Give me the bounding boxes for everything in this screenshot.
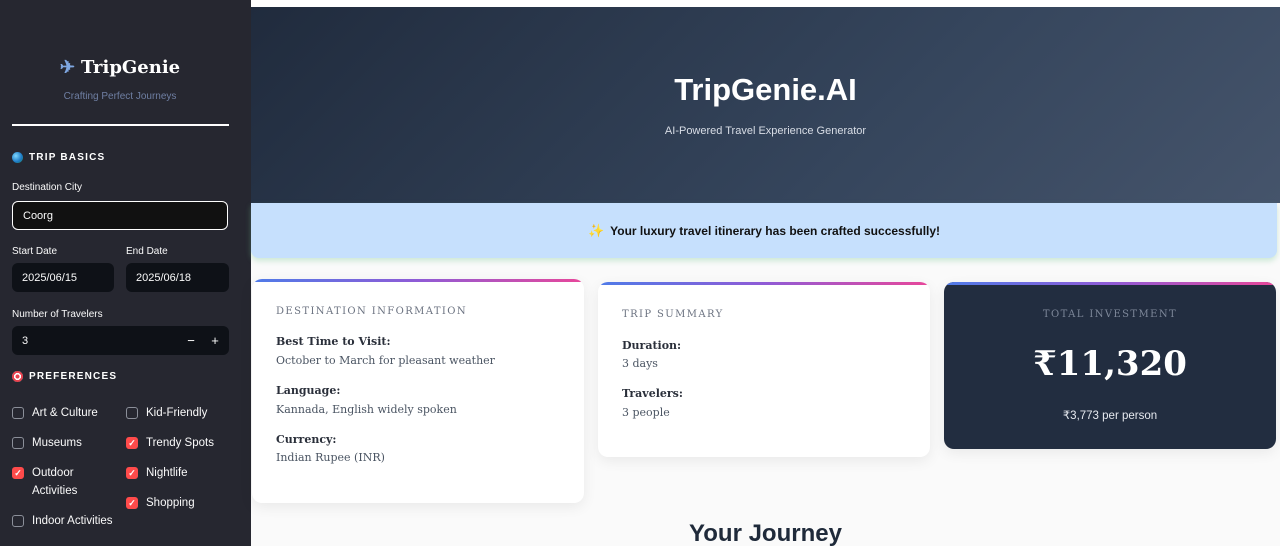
end-date-label: End Date	[126, 246, 168, 257]
hero-title: TripGenie.AI	[674, 72, 857, 107]
total-investment-card: TOTAL INVESTMENT ₹11,320 ₹3,773 per pers…	[944, 282, 1276, 449]
globe-icon	[12, 152, 23, 163]
per-person-amount: ₹3,773 per person	[1062, 410, 1158, 422]
checkbox-label: Nightlife	[146, 467, 188, 479]
checkbox-label: Museums	[32, 437, 82, 449]
preferences-heading: PREFERENCES	[12, 371, 117, 382]
language-value: Kannada, English widely spoken	[276, 403, 457, 416]
card-accent-bar	[252, 279, 584, 282]
trip-basics-heading: TRIP BASICS	[12, 152, 105, 163]
checkbox-label: Outdoor Activities	[32, 467, 78, 497]
checkbox-box[interactable]	[126, 407, 138, 419]
total-investment-heading: TOTAL INVESTMENT	[1042, 309, 1178, 320]
start-date-input[interactable]: 2025/06/15	[12, 263, 114, 292]
checkbox-museums[interactable]: Museums	[12, 434, 82, 452]
duration-label: Duration:	[622, 339, 682, 352]
checkbox-shopping[interactable]: Shopping	[126, 494, 195, 512]
brand-title: ✈ TripGenie	[60, 57, 180, 78]
target-icon	[12, 371, 23, 382]
destination-info-card: DESTINATION INFORMATION Best Time to Vis…	[252, 279, 584, 503]
increment-button[interactable]: +	[206, 326, 224, 355]
success-alert: ✨ Your luxury travel itinerary has been …	[251, 203, 1277, 258]
checkbox-box[interactable]	[12, 407, 24, 419]
hero-subtitle: AI-Powered Travel Experience Generator	[664, 125, 867, 137]
best-time-label: Best Time to Visit:	[276, 335, 391, 348]
checkbox-trendy-spots[interactable]: Trendy Spots	[126, 434, 214, 452]
total-investment-amount: ₹11,320	[1033, 344, 1187, 384]
sparkles-icon: ✨	[587, 222, 605, 238]
checkbox-box[interactable]	[12, 515, 24, 527]
checkbox-box-checked[interactable]	[126, 497, 138, 509]
checkbox-box[interactable]	[12, 437, 24, 449]
travelers-label: Number of Travelers	[12, 309, 103, 320]
brand-title-text: TripGenie	[80, 57, 181, 78]
checkbox-box-checked[interactable]	[12, 467, 24, 479]
currency-value: Indian Rupee (INR)	[276, 451, 385, 464]
trip-summary-card: TRIP SUMMARY Duration: 3 days Travelers:…	[598, 282, 930, 457]
checkbox-art-culture[interactable]: Art & Culture	[12, 404, 98, 422]
card-accent-bar	[944, 282, 1276, 285]
your-journey-heading: Your Journey	[689, 520, 842, 546]
checkbox-indoor-activities[interactable]: Indoor Activities	[12, 512, 113, 530]
checkbox-label: Shopping	[146, 497, 195, 509]
start-date-label: Start Date	[12, 246, 58, 257]
hero-banner: TripGenie.AI AI-Powered Travel Experienc…	[251, 7, 1280, 203]
destination-label: Destination City	[12, 182, 83, 193]
decrement-button[interactable]: −	[182, 326, 200, 355]
destination-input[interactable]: Coorg	[12, 201, 228, 230]
end-date-input[interactable]: 2025/06/18	[126, 263, 229, 292]
destination-info-heading: DESTINATION INFORMATION	[276, 306, 468, 317]
trip-summary-heading: TRIP SUMMARY	[622, 309, 724, 320]
success-alert-text: Your luxury travel itinerary has been cr…	[610, 223, 941, 238]
preferences-heading-text: PREFERENCES	[29, 371, 118, 382]
checkbox-box-checked[interactable]	[126, 437, 138, 449]
checkbox-label: Trendy Spots	[146, 437, 214, 449]
language-label: Language:	[276, 384, 341, 397]
card-accent-bar	[598, 282, 930, 285]
checkbox-box-checked[interactable]	[126, 467, 138, 479]
brand: ✈ TripGenie	[0, 57, 240, 78]
brand-subtitle: Crafting Perfect Journeys	[63, 91, 177, 102]
best-time-value: October to March for pleasant weather	[276, 354, 495, 367]
top-strip	[251, 0, 1280, 7]
sidebar-divider	[12, 124, 229, 126]
currency-label: Currency:	[276, 433, 337, 446]
checkbox-label: Art & Culture	[32, 407, 98, 419]
checkbox-nightlife[interactable]: Nightlife	[126, 464, 188, 482]
checkbox-label: Indoor Activities	[32, 515, 113, 527]
travelers-summary-label: Travelers:	[622, 387, 683, 400]
checkbox-outdoor-activities[interactable]: Outdoor Activities	[12, 464, 112, 500]
trip-basics-heading-text: TRIP BASICS	[29, 152, 106, 163]
airplane-icon: ✈	[59, 57, 75, 78]
checkbox-kid-friendly[interactable]: Kid-Friendly	[126, 404, 207, 422]
duration-value: 3 days	[622, 357, 658, 370]
checkbox-label: Kid-Friendly	[146, 407, 208, 419]
sidebar: ✈ TripGenie Crafting Perfect Journeys TR…	[0, 0, 251, 546]
travelers-summary-value: 3 people	[622, 406, 670, 419]
